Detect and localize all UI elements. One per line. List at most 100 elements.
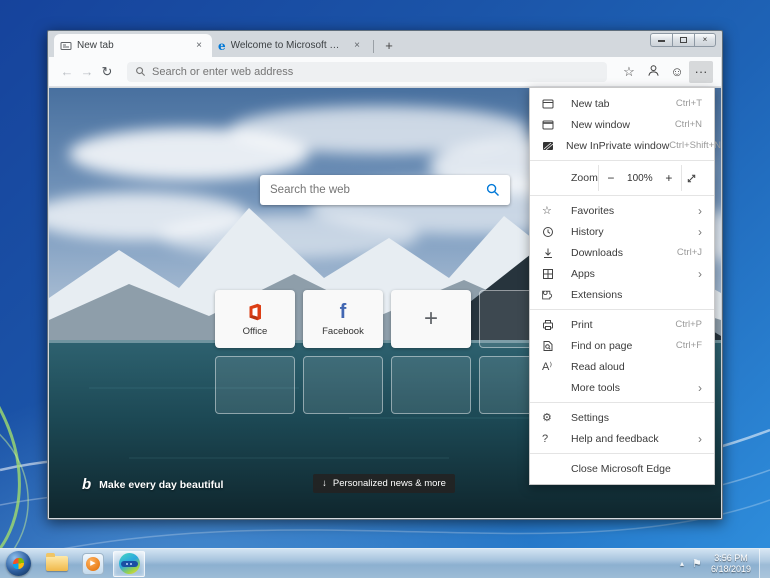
start-button[interactable] [6,551,31,576]
favorites-star-icon[interactable]: ☆ [617,64,641,80]
ghost-tile [303,356,383,414]
profile-icon[interactable] [641,64,665,80]
history-icon [542,226,559,238]
show-desktop-button[interactable] [759,549,770,578]
zoom-in-button[interactable]: + [657,171,681,185]
close-tab-icon[interactable]: × [350,39,364,53]
browser-window: New tab × e Welcome to Microsoft Edge Ca… [47,30,723,520]
zoom-out-button[interactable]: − [599,171,623,185]
tile-office[interactable]: Office [215,290,295,348]
new-tab-button[interactable]: + [379,36,399,56]
menu-item-shortcut: Ctrl+P [675,319,702,330]
chevron-right-icon: › [698,432,702,446]
menu-item-label: Settings [571,412,702,424]
taskbar: ▶ ▴ ⚑ 3:56 PM 6/18/2019 [0,548,770,578]
address-input[interactable] [152,66,599,78]
add-site-tile[interactable]: + [391,290,471,348]
menu-item-label: More tools [571,382,698,394]
desktop: New tab × e Welcome to Microsoft Edge Ca… [0,0,770,578]
taskbar-explorer-button[interactable] [41,551,73,577]
taskbar-media-player-button[interactable]: ▶ [77,551,109,577]
new-tab-page-favicon [60,40,72,52]
window-controls: × [650,33,716,47]
menu-item-label: History [571,226,698,238]
refresh-button[interactable]: ↻ [97,64,117,80]
zoom-level-value: 100% [623,173,657,184]
tile-label: Office [243,326,268,337]
tab-title: Welcome to Microsoft Edge Can [231,40,345,51]
browser-toolbar: ← → ↻ ☆ ☺ ··· [49,57,721,87]
menu-item-label: New tab [571,98,676,110]
taskbar-edge-canary-button[interactable] [113,551,145,577]
taskbar-clock[interactable]: 3:56 PM 6/18/2019 [711,553,751,575]
menu-item-label: Help and feedback [571,433,698,445]
menu-item-label: Downloads [571,247,677,259]
back-button[interactable]: ← [57,64,77,79]
menu-separator [530,453,714,454]
bing-promo-text: Make every day beautiful [99,479,223,491]
menu-item-extensions[interactable]: Extensions [530,284,714,305]
menu-item-new-inprivate-window[interactable]: New InPrivate window Ctrl+Shift+N [530,135,714,156]
close-tab-icon[interactable]: × [192,39,206,53]
menu-item-favorites[interactable]: ☆ Favorites › [530,200,714,221]
menu-item-shortcut: Ctrl+T [676,98,702,109]
address-bar[interactable] [127,62,607,82]
settings-and-more-button[interactable]: ··· [689,61,713,83]
bing-logo-icon: b [82,476,91,493]
menu-item-help-and-feedback[interactable]: ? Help and feedback › [530,428,714,449]
menu-item-label: Extensions [571,289,702,301]
new-tab-icon [542,98,559,110]
maximize-icon [680,37,687,43]
search-icon[interactable] [486,183,500,197]
menu-item-more-tools[interactable]: More tools › [530,377,714,398]
close-window-button[interactable]: × [694,33,716,47]
web-search-box[interactable] [260,175,510,205]
settings-dropdown-menu: New tab Ctrl+T New window Ctrl+N New InP… [529,87,715,485]
menu-item-label: Close Microsoft Edge [571,463,702,475]
chevron-right-icon: › [698,267,702,281]
favorites-star-icon: ☆ [542,204,559,217]
show-hidden-icons-button[interactable]: ▴ [675,559,689,568]
gear-icon: ⚙ [542,411,559,424]
forward-button[interactable]: → [77,64,97,79]
search-icon [135,66,146,77]
menu-item-label: Find on page [571,340,676,352]
plus-icon: + [424,305,438,333]
menu-item-close-microsoft-edge[interactable]: Close Microsoft Edge [530,458,714,479]
personalized-news-button[interactable]: ↓ Personalized news & more [313,474,455,493]
menu-item-label: Favorites [571,205,698,217]
maximize-button[interactable] [672,33,694,47]
menu-item-new-window[interactable]: New window Ctrl+N [530,114,714,135]
menu-item-settings[interactable]: ⚙ Settings [530,407,714,428]
fullscreen-button[interactable] [681,165,702,191]
window-titlebar[interactable]: New tab × e Welcome to Microsoft Edge Ca… [48,31,722,57]
menu-item-label: New InPrivate window [566,140,669,152]
play-icon: ▶ [86,557,100,571]
menu-separator [530,402,714,403]
minimize-icon [658,40,665,42]
menu-item-new-tab[interactable]: New tab Ctrl+T [530,93,714,114]
menu-item-label: Zoom [571,172,598,184]
bing-promo[interactable]: b Make every day beautiful [82,476,223,493]
menu-item-history[interactable]: History › [530,221,714,242]
minimize-button[interactable] [650,33,672,47]
menu-item-find-on-page[interactable]: Find on page Ctrl+F [530,335,714,356]
action-center-flag-icon[interactable]: ⚑ [689,557,705,570]
menu-item-apps[interactable]: Apps › [530,263,714,284]
tab-divider [373,40,374,53]
menu-item-print[interactable]: Print Ctrl+P [530,314,714,335]
media-player-icon: ▶ [82,553,104,575]
down-arrow-icon: ↓ [322,478,327,489]
feedback-smiley-icon[interactable]: ☺ [665,64,689,79]
tab-new-tab[interactable]: New tab × [54,34,212,57]
menu-item-read-aloud[interactable]: A⁾ Read aloud [530,356,714,377]
tab-welcome[interactable]: e Welcome to Microsoft Edge Can × [212,34,370,57]
clock-date: 6/18/2019 [711,564,751,575]
web-search-input[interactable] [270,184,486,196]
menu-item-downloads[interactable]: Downloads Ctrl+J [530,242,714,263]
menu-item-shortcut: Ctrl+N [675,119,702,130]
tab-title: New tab [77,40,187,51]
menu-item-shortcut: Ctrl+J [677,247,702,258]
edge-canary-icon [119,553,140,574]
tile-facebook[interactable]: f Facebook [303,290,383,348]
